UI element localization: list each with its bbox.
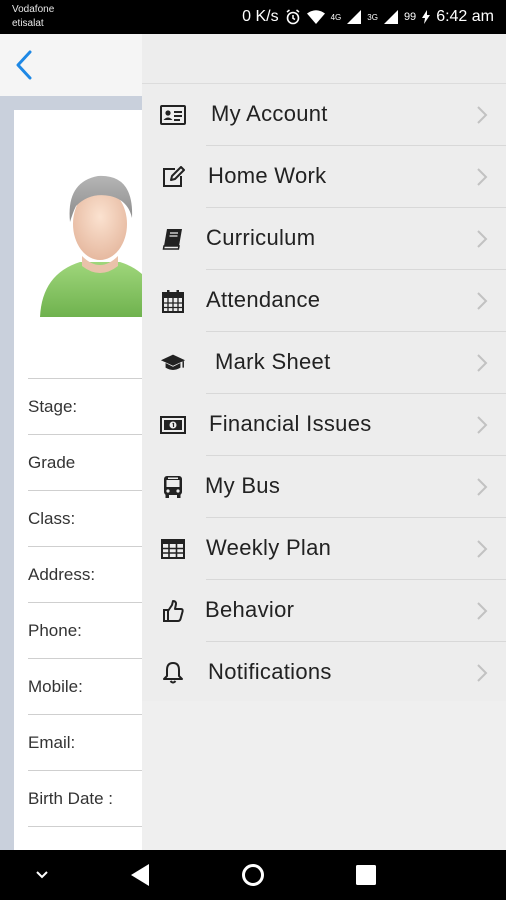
- chevron-right-icon: [477, 230, 488, 248]
- menu-item-attendance[interactable]: Attendance: [142, 270, 506, 332]
- menu-label-financial-issues: Financial Issues: [209, 411, 372, 436]
- menu-label-notifications: Notifications: [208, 659, 332, 684]
- edit-icon: [160, 164, 186, 190]
- profile-field-grade: Grade: [28, 434, 158, 490]
- book-icon: [160, 226, 186, 252]
- profile-field-email: Email:: [28, 714, 158, 770]
- chevron-right-icon: [477, 416, 488, 434]
- menu-label-attendance: Attendance: [206, 287, 321, 312]
- graduation-cap-icon: [160, 350, 186, 376]
- status-bar: Vodafone etisalat 0 K/s 4G 3G 99 6:42 am: [0, 0, 506, 34]
- menu-label-my-account: My Account: [211, 101, 328, 126]
- menu-item-behavior[interactable]: Behavior: [142, 580, 506, 642]
- battery-charging-icon: [422, 10, 431, 24]
- menu-item-weekly-plan[interactable]: Weekly Plan: [142, 518, 506, 580]
- menu-item-my-account[interactable]: My Account: [142, 84, 506, 146]
- profile-field-mobile: Mobile:: [28, 658, 158, 714]
- clock-time: 6:42 am: [436, 8, 494, 25]
- menu-label-my-bus: My Bus: [205, 473, 281, 498]
- nav-back-button[interactable]: [110, 850, 170, 900]
- nav-recents-button[interactable]: [336, 850, 396, 900]
- bus-icon: [160, 474, 186, 500]
- net-speed: 0 K/s: [242, 8, 279, 25]
- money-icon: [160, 412, 186, 438]
- chevron-right-icon: [477, 540, 488, 558]
- status-indicators: 0 K/s 4G 3G 99 6:42 am: [242, 0, 494, 34]
- table-icon: [160, 536, 186, 562]
- circle-home-icon: [242, 864, 264, 886]
- carrier-2: etisalat: [12, 18, 44, 29]
- id-card-icon: [160, 102, 186, 128]
- menu-label-weekly-plan: Weekly Plan: [206, 535, 332, 560]
- chevron-right-icon: [477, 664, 488, 682]
- carrier-labels: Vodafone etisalat: [12, 3, 54, 31]
- signal-1-icon: [347, 10, 362, 24]
- calendar-icon: [160, 288, 186, 314]
- chevron-right-icon: [477, 602, 488, 620]
- signal-2-icon: [383, 10, 398, 24]
- bell-icon: [160, 660, 186, 686]
- profile-field-class: Class:: [28, 490, 158, 546]
- back-arrow-icon: [16, 50, 32, 80]
- menu-item-financial-issues[interactable]: Financial Issues: [142, 394, 506, 456]
- menu-item-mark-sheet[interactable]: Mark Sheet: [142, 332, 506, 394]
- chevron-down-icon: [36, 871, 48, 879]
- menu-item-notifications[interactable]: Notifications: [142, 642, 506, 704]
- wifi-icon: [306, 10, 325, 24]
- profile-field-address: Address:: [28, 546, 158, 602]
- drawer-header: [142, 34, 506, 84]
- menu-item-home-work[interactable]: Home Work: [142, 146, 506, 208]
- menu-item-my-bus[interactable]: My Bus: [142, 456, 506, 518]
- battery-level: 99: [403, 11, 417, 23]
- triangle-back-icon: [131, 864, 149, 886]
- menu-label-curriculum: Curriculum: [206, 225, 316, 250]
- profile-field-birth-date: Birth Date :: [28, 770, 158, 826]
- drawer-empty-area: [142, 701, 506, 850]
- menu-label-home-work: Home Work: [208, 163, 327, 188]
- system-nav-bar: [0, 850, 506, 900]
- navigation-drawer: My Account Home Work Curriculum Attendan…: [142, 34, 506, 850]
- profile-field-stage: Stage:: [28, 378, 158, 434]
- chevron-right-icon: [477, 292, 488, 310]
- square-recents-icon: [356, 865, 376, 885]
- thumbs-up-icon: [160, 598, 186, 624]
- menu-label-mark-sheet: Mark Sheet: [215, 349, 331, 374]
- hide-keyboard-button[interactable]: [12, 850, 72, 900]
- profile-field-phone: Phone:: [28, 602, 158, 658]
- chevron-right-icon: [477, 478, 488, 496]
- signal-tag-1: 4G: [330, 12, 342, 22]
- chevron-right-icon: [477, 168, 488, 186]
- menu-label-behavior: Behavior: [205, 597, 295, 622]
- nav-home-button[interactable]: [223, 850, 283, 900]
- carrier-1: Vodafone: [12, 4, 55, 15]
- profile-field-divider: [28, 826, 158, 850]
- chevron-right-icon: [477, 106, 488, 124]
- chevron-right-icon: [477, 354, 488, 372]
- signal-tag-2: 3G: [367, 12, 378, 22]
- back-button[interactable]: [8, 48, 40, 82]
- menu-item-curriculum[interactable]: Curriculum: [142, 208, 506, 270]
- alarm-icon: [285, 9, 301, 25]
